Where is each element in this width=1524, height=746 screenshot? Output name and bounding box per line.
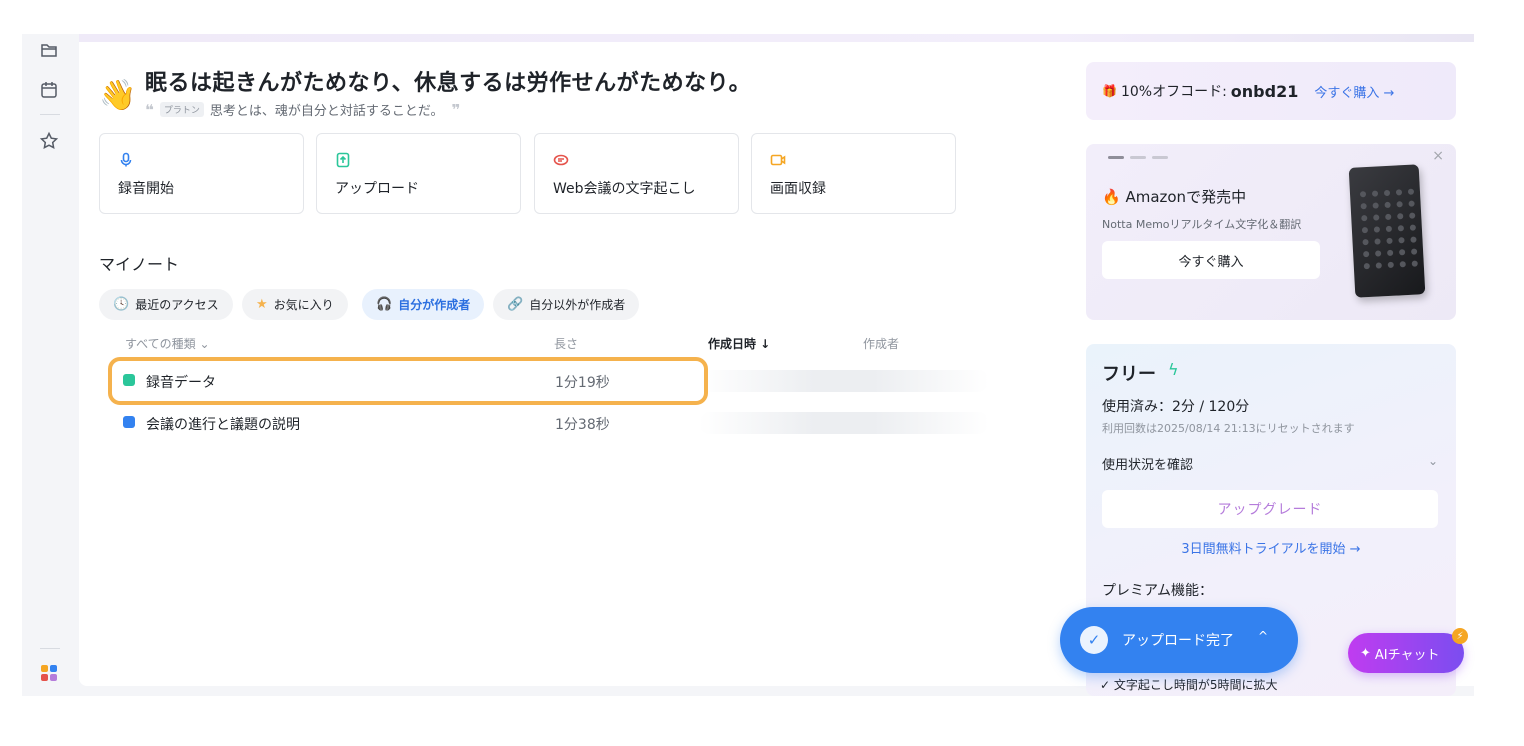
check-icon: ✓ <box>1080 626 1108 654</box>
close-icon[interactable]: × <box>1432 148 1444 164</box>
highlight-box <box>108 357 708 405</box>
main-content: 👋 眠るは起きんがためなり、休息するは労作せんがためなり。 ❝ プラトン 思考と… <box>79 34 1474 696</box>
amazon-promo-card: × 🔥 Amazonで発売中 Notta Memoリアルタイム文字化＆翻訳 今す… <box>1086 144 1456 320</box>
discount-code: onbd21 <box>1230 81 1299 101</box>
column-length: 長さ <box>554 337 579 351</box>
screen-record-card[interactable]: 画面収録 <box>751 133 956 214</box>
star-icon: ★ <box>256 297 268 312</box>
link-icon: 🔗 <box>507 297 524 312</box>
buy-now-link[interactable]: 今すぐ購入 → <box>1314 82 1394 101</box>
upload-label: アップロード <box>335 181 419 197</box>
bolt-icon: ϟ <box>1168 360 1179 379</box>
amazon-title: 🔥 Amazonで発売中 <box>1102 188 1247 206</box>
record-start-label: 録音開始 <box>118 181 174 197</box>
column-type-filter[interactable]: すべての種類 ⌄ <box>125 335 210 352</box>
screen-record-label: 画面収録 <box>770 181 826 197</box>
record-start-card[interactable]: 録音開始 <box>99 133 304 214</box>
check-usage-toggle[interactable]: 使用状況を確認 <box>1102 454 1193 473</box>
discount-prefix: 10%オフコード: <box>1120 84 1227 100</box>
amazon-subtitle: Notta Memoリアルタイム文字化＆翻訳 <box>1102 218 1302 231</box>
folder-icon[interactable] <box>39 40 59 60</box>
sidebar <box>22 34 78 696</box>
filter-recent-label: 最近のアクセス <box>135 298 219 312</box>
usage-text: 使用済み：2分 / 120分 <box>1102 399 1250 415</box>
premium-feature-item: ✓ 文字起こし時間が5時間に拡大 <box>1100 678 1278 692</box>
calendar-icon[interactable] <box>39 80 59 100</box>
web-meeting-label: Web会議の文字起こし <box>553 181 696 197</box>
upload-complete-toast[interactable]: ✓ アップロード完了 ^ <box>1060 607 1298 673</box>
web-meeting-card[interactable]: Web会議の文字起こし <box>534 133 739 214</box>
redacted-date-author <box>699 370 989 392</box>
star-icon[interactable] <box>39 131 59 151</box>
open-quote-icon: ❝ <box>145 100 154 119</box>
column-created-sort[interactable]: 作成日時 ↓ <box>708 335 770 352</box>
redacted-date-author <box>699 412 989 434</box>
screen-record-icon <box>770 154 786 166</box>
filter-favorites-label: お気に入り <box>273 298 334 312</box>
sidebar-divider <box>40 648 60 649</box>
waving-hand-icon: 👋 <box>99 78 137 113</box>
note-name: 会議の進行と議題の説明 <box>146 417 300 433</box>
filter-created-by-me[interactable]: 🎧 自分が作成者 <box>362 289 485 320</box>
app-window: 👋 眠るは起きんがためなり、休息するは労作せんがためなり。 ❝ プラトン 思考と… <box>22 34 1474 696</box>
amazon-buy-button[interactable]: 今すぐ購入 <box>1102 241 1320 279</box>
quote: ❝ プラトン 思考とは、魂が自分と対話することだ。 ❞ <box>145 100 461 120</box>
start-trial-link[interactable]: 3日間無料トライアルを開始 → <box>1086 538 1456 557</box>
filter-created-by-others[interactable]: 🔗 自分以外が作成者 <box>493 289 640 320</box>
headphones-icon: 🎧 <box>376 297 393 312</box>
upload-icon <box>336 152 350 168</box>
discount-banner[interactable]: 🎁 10%オフコード: onbd21 今すぐ購入 → <box>1086 62 1456 120</box>
filter-created-by-me-label: 自分が作成者 <box>398 298 471 312</box>
clock-icon: 🕓 <box>113 297 130 312</box>
toast-label: アップロード完了 <box>1122 633 1234 649</box>
ai-chat-label: AIチャット <box>1374 647 1440 663</box>
reset-info: 利用回数は2025/08/14 21:13にリセットされます <box>1102 422 1355 435</box>
ai-chat-badge: ⚡ <box>1452 628 1468 644</box>
filter-recent[interactable]: 🕓 最近のアクセス <box>99 289 233 320</box>
top-strip <box>79 34 1474 42</box>
filter-created-by-others-label: 自分以外が作成者 <box>529 298 626 312</box>
microphone-icon <box>120 152 132 167</box>
quote-text: 思考とは、魂が自分と対話することだ。 <box>209 104 444 119</box>
filter-favorites[interactable]: ★ お気に入り <box>242 289 348 320</box>
note-length: 1分38秒 <box>555 417 610 433</box>
chevron-up-icon[interactable]: ^ <box>1258 629 1268 643</box>
sparkle-icon: ✦ <box>1360 645 1371 661</box>
upload-card[interactable]: アップロード <box>316 133 521 214</box>
notta-memo-device-image <box>1348 164 1426 298</box>
chevron-down-icon[interactable]: ⌄ <box>1428 454 1438 468</box>
plan-name: フリー <box>1102 364 1156 385</box>
apps-icon[interactable] <box>41 665 57 681</box>
premium-features-title: プレミアム機能： <box>1102 583 1214 599</box>
close-quote-icon: ❞ <box>451 100 461 119</box>
microphone-icon <box>123 416 135 428</box>
sidebar-divider <box>40 114 60 115</box>
gift-icon: 🎁 <box>1102 84 1117 98</box>
carousel-dots[interactable] <box>1108 156 1168 159</box>
table-row[interactable]: 会議の進行と議題の説明 1分38秒 <box>109 404 989 444</box>
quote-author: プラトン <box>159 102 204 117</box>
page-title: 眠るは起きんがためなり、休息するは労作せんがためなり。 <box>145 71 752 96</box>
column-author: 作成者 <box>863 337 900 351</box>
upgrade-button[interactable]: アップグレード <box>1102 490 1438 528</box>
meeting-icon <box>553 154 569 166</box>
ai-chat-button[interactable]: ✦ AIチャット <box>1348 633 1464 673</box>
my-notes-title: マイノート <box>99 255 180 274</box>
